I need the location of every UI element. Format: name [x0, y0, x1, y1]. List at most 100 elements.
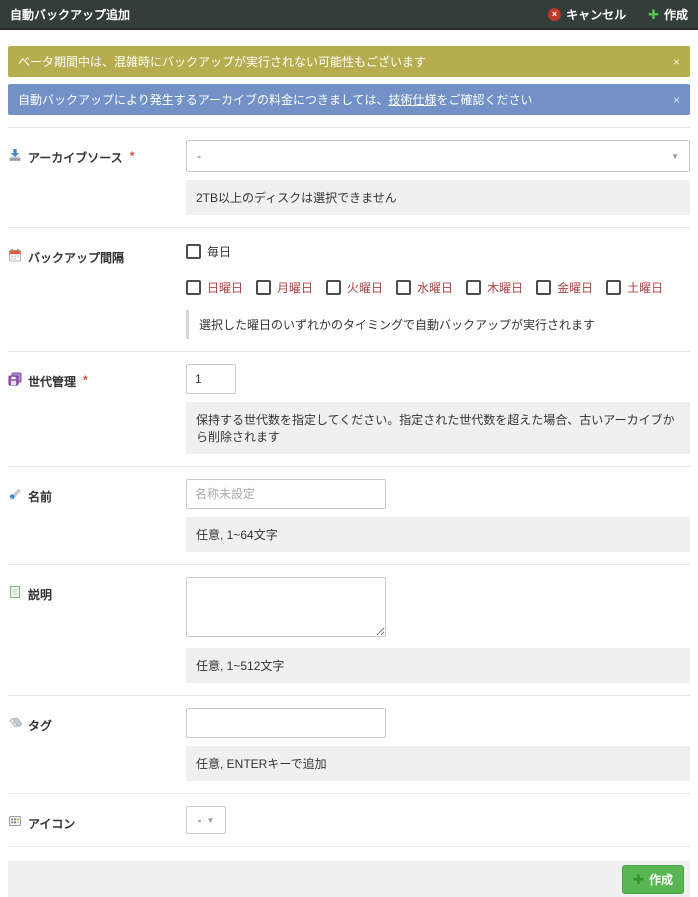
tag-input[interactable] [186, 708, 386, 738]
pricing-info-banner: 自動バックアップにより発生するアーカイブの料金につきましては、技術仕様をご確認く… [8, 84, 690, 115]
archive-source-select[interactable]: - ▼ [186, 140, 690, 172]
description-help: 任意, 1~512文字 [186, 648, 690, 683]
description-control: 任意, 1~512文字 [186, 577, 690, 683]
create-button-footer[interactable]: ✚ 作成 [622, 865, 684, 894]
document-note-icon [8, 585, 22, 599]
row-generations: 世代管理 * 保持する世代数を指定してください。指定された世代数を超えた場合、古… [8, 351, 690, 466]
name-label: 名前 [8, 479, 186, 552]
everyday-label: 毎日 [207, 243, 231, 260]
plus-icon: ✚ [633, 873, 644, 886]
saturday-label: 土曜日 [627, 279, 663, 296]
row-tags: タグ 任意, ENTERキーで追加 [8, 695, 690, 793]
required-mark: * [83, 373, 88, 387]
day-checkbox-item-saturday: 土曜日 [606, 279, 663, 296]
pricing-info-text-before: 自動バックアップにより発生するアーカイブの料金につきましては、 [18, 93, 388, 107]
tags-label-text: タグ [28, 717, 52, 734]
row-archive-source: アーカイブソース * - ▼ 2TB以上のディスクは選択できません [8, 127, 690, 227]
name-input[interactable] [186, 479, 386, 509]
day-checkbox-item-tuesday: 火曜日 [326, 279, 383, 296]
chevron-down-icon: ▼ [671, 152, 679, 161]
description-label: 説明 [8, 577, 186, 683]
close-icon[interactable]: × [663, 93, 680, 107]
tuesday-label: 火曜日 [347, 279, 383, 296]
backup-interval-control: 毎日 日曜日 月曜日 火曜日 水曜日 [186, 240, 690, 339]
saturday-checkbox[interactable] [606, 280, 621, 295]
tags-label: タグ [8, 708, 186, 781]
thursday-checkbox[interactable] [466, 280, 481, 295]
name-label-text: 名前 [28, 488, 52, 505]
backup-interval-help: 選択した曜日のいずれかのタイミングで自動バックアップが実行されます [186, 310, 690, 339]
thursday-label: 木曜日 [487, 279, 523, 296]
wednesday-label: 水曜日 [417, 279, 453, 296]
sunday-checkbox[interactable] [186, 280, 201, 295]
description-label-text: 説明 [28, 586, 52, 603]
icon-control: - ▼ [186, 806, 690, 834]
page-title: 自動バックアップ追加 [10, 6, 130, 23]
generations-stack-icon [8, 372, 22, 386]
row-name: 名前 任意, 1~64文字 [8, 466, 690, 564]
wednesday-checkbox[interactable] [396, 280, 411, 295]
icon-selected-value: - [198, 813, 202, 827]
generations-label: 世代管理 * [8, 364, 186, 454]
icon-label: アイコン [8, 806, 186, 834]
beta-warning-banner: ベータ期間中は、混雑時にバックアップが実行されない可能性もございます × [8, 46, 690, 77]
icon-label-text: アイコン [28, 815, 75, 832]
icon-select[interactable]: - ▼ [186, 806, 226, 834]
friday-checkbox[interactable] [536, 280, 551, 295]
friday-label: 金曜日 [557, 279, 593, 296]
tech-spec-link[interactable]: 技術仕様 [388, 93, 436, 107]
backup-interval-label-text: バックアップ間隔 [28, 249, 124, 266]
archive-source-control: - ▼ 2TB以上のディスクは選択できません [186, 140, 690, 215]
auto-backup-form: アーカイブソース * - ▼ 2TB以上のディスクは選択できません [8, 127, 690, 847]
required-mark: * [130, 149, 135, 163]
create-button-footer-label: 作成 [649, 871, 673, 888]
weekday-checkbox-row: 日曜日 月曜日 火曜日 水曜日 木曜日 [186, 279, 690, 296]
archive-source-help: 2TB以上のディスクは選択できません [186, 180, 690, 215]
tuesday-checkbox[interactable] [326, 280, 341, 295]
calendar-icon [8, 248, 22, 262]
monday-checkbox[interactable] [256, 280, 271, 295]
name-help: 任意, 1~64文字 [186, 517, 690, 552]
create-button-label: 作成 [664, 6, 688, 23]
generations-help: 保持する世代数を指定してください。指定された世代数を超えた場合、古いアーカイブか… [186, 402, 690, 454]
cancel-button-label: キャンセル [566, 6, 626, 23]
tags-icon [8, 716, 22, 730]
row-backup-interval: バックアップ間隔 毎日 日曜日 月曜日 火曜日 [8, 227, 690, 351]
description-textarea[interactable] [186, 577, 386, 637]
rename-pencil-icon [8, 487, 22, 501]
cancel-button[interactable]: × キャンセル [548, 6, 626, 23]
day-checkbox-item-thursday: 木曜日 [466, 279, 523, 296]
pricing-info-text: 自動バックアップにより発生するアーカイブの料金につきましては、技術仕様をご確認く… [18, 91, 532, 108]
archive-source-selected-value: - [197, 149, 201, 163]
everyday-checkbox[interactable] [186, 244, 201, 259]
beta-warning-text: ベータ期間中は、混雑時にバックアップが実行されない可能性もございます [18, 53, 426, 70]
day-checkbox-item-monday: 月曜日 [256, 279, 313, 296]
day-checkbox-item-sunday: 日曜日 [186, 279, 243, 296]
icon-grid-icon [8, 814, 22, 828]
generations-label-text: 世代管理 [28, 373, 76, 390]
name-control: 任意, 1~64文字 [186, 479, 690, 552]
create-button-header[interactable]: ✚ 作成 [648, 6, 688, 23]
archive-download-icon [8, 148, 22, 162]
backup-interval-label: バックアップ間隔 [8, 240, 186, 339]
generations-control: 保持する世代数を指定してください。指定された世代数を超えた場合、古いアーカイブか… [186, 364, 690, 454]
row-icon: アイコン - ▼ [8, 793, 690, 846]
window-title-bar: 自動バックアップ追加 × キャンセル ✚ 作成 [0, 0, 698, 30]
tags-control: 任意, ENTERキーで追加 [186, 708, 690, 781]
close-icon[interactable]: × [663, 55, 680, 69]
pricing-info-text-after: をご確認ください [436, 93, 532, 107]
chevron-down-icon: ▼ [207, 816, 215, 825]
sunday-label: 日曜日 [207, 279, 243, 296]
day-checkbox-item-friday: 金曜日 [536, 279, 593, 296]
cancel-x-icon: × [548, 8, 561, 21]
monday-label: 月曜日 [277, 279, 313, 296]
archive-source-label-text: アーカイブソース [28, 149, 123, 166]
plus-icon: ✚ [648, 8, 659, 21]
row-description: 説明 任意, 1~512文字 [8, 564, 690, 695]
generations-input[interactable] [186, 364, 236, 394]
everyday-checkbox-item: 毎日 [186, 243, 231, 260]
day-checkbox-item-wednesday: 水曜日 [396, 279, 453, 296]
form-footer: ✚ 作成 [8, 861, 690, 897]
archive-source-label: アーカイブソース * [8, 140, 186, 215]
tags-help: 任意, ENTERキーで追加 [186, 746, 690, 781]
